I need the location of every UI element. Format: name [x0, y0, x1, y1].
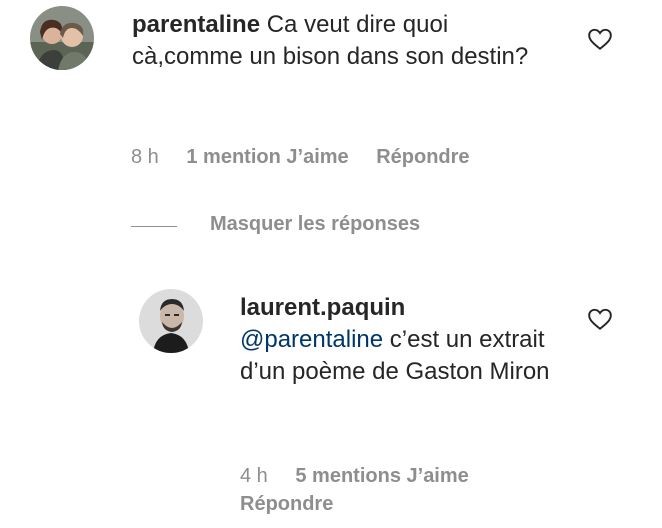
reply-meta: 4 h 5 mentions J’aime Répondre [240, 462, 540, 518]
comment-text: parentaline Ca veut dire quoi cà,comme u… [132, 9, 552, 73]
reply-button[interactable]: Répondre [376, 146, 469, 168]
comment-meta: 8 h 1 mention J’aime Répondre [131, 146, 492, 169]
avatar[interactable] [139, 289, 203, 353]
comment-time[interactable]: 8 h [131, 146, 159, 168]
hide-replies-button[interactable]: Masquer les réponses [210, 213, 420, 236]
reply-mention-link[interactable]: @parentaline [240, 326, 383, 353]
avatar[interactable] [30, 6, 94, 70]
comment-likes-link[interactable]: 1 mention J’aime [186, 146, 348, 168]
reply-button[interactable]: Répondre [240, 493, 333, 515]
reply-time[interactable]: 4 h [240, 465, 268, 487]
reply-username[interactable]: laurent.paquin [240, 294, 405, 321]
replies-divider [131, 226, 177, 227]
heart-outline-icon[interactable] [587, 26, 613, 52]
reply-likes-link[interactable]: 5 mentions J’aime [295, 465, 468, 487]
comment-username[interactable]: parentaline [132, 11, 260, 38]
reply-text: laurent.paquin @parentaline c’est un ext… [240, 292, 550, 388]
heart-outline-icon[interactable] [587, 306, 613, 332]
